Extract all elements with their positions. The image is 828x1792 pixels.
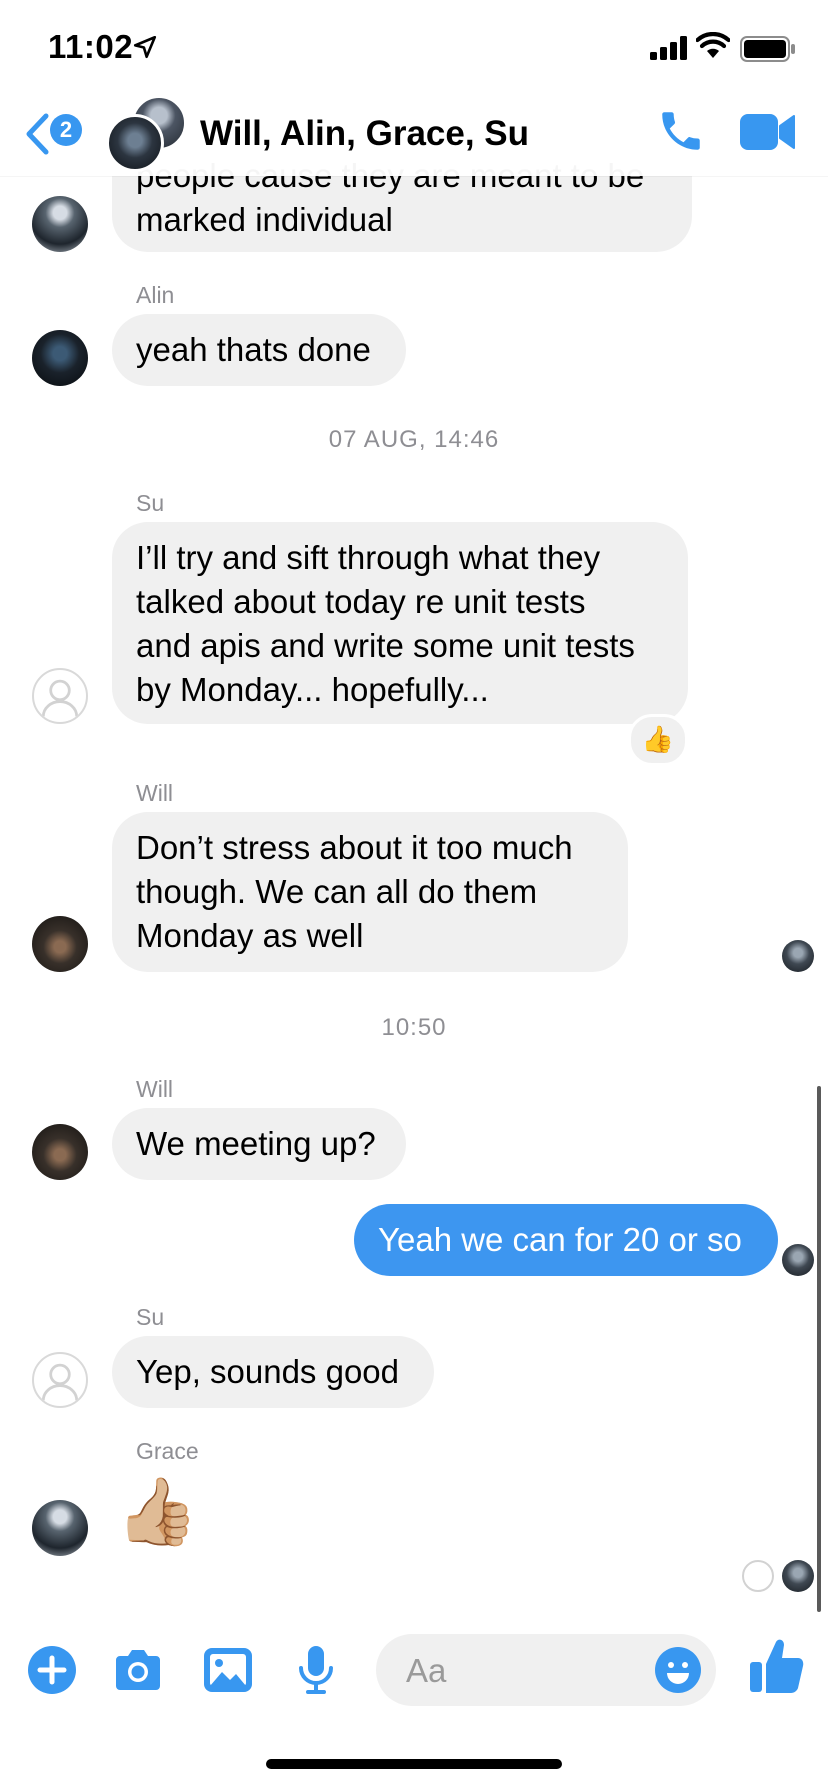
avatar-grace[interactable] — [32, 196, 88, 252]
scrollbar[interactable] — [817, 1086, 821, 1612]
avatar-su[interactable] — [32, 668, 88, 724]
timestamp: 10:50 — [381, 1014, 447, 1041]
message-bubble[interactable]: I’ll try and sift through what they talk… — [112, 522, 688, 724]
timestamp: 07 AUG, 14:46 — [328, 426, 500, 453]
thumbs-up-reaction[interactable]: 👍 — [628, 714, 688, 766]
message-line: yeah thats done — [136, 331, 371, 368]
read-receipt-avatar — [782, 1560, 814, 1592]
read-receipt-avatar — [782, 940, 814, 972]
avatar-will[interactable] — [32, 916, 88, 972]
message-line: Yeah we can for 20 or so — [378, 1221, 742, 1258]
message-input-placeholder: Aa — [406, 1652, 447, 1689]
message-line: and apis and write some unit tests — [136, 627, 635, 664]
avatar-grace[interactable] — [32, 1500, 88, 1556]
composer-bar: Aa — [0, 1620, 828, 1730]
avatar-alin[interactable] — [32, 330, 88, 386]
avatar-su[interactable] — [32, 1352, 88, 1408]
sender-name: Alin — [136, 282, 175, 308]
sender-name: Su — [136, 490, 165, 516]
microphone-icon[interactable] — [290, 1644, 342, 1696]
back-button[interactable]: 2 — [24, 112, 88, 160]
message-line: Monday as well — [136, 917, 364, 954]
video-camera-icon[interactable] — [740, 112, 796, 152]
thumbs-up-emoji-message[interactable]: 👍🏼 — [116, 1476, 198, 1546]
sender-name: Grace — [136, 1438, 199, 1464]
sender-name: Will — [136, 780, 174, 806]
message-bubble[interactable]: We meeting up? — [112, 1108, 406, 1180]
default-avatar-icon — [41, 679, 79, 717]
back-chevron-icon — [26, 113, 49, 155]
avatar-will[interactable] — [32, 1124, 88, 1180]
phone-icon[interactable] — [656, 106, 706, 156]
read-receipt-avatar — [782, 1244, 814, 1276]
default-avatar-icon — [41, 1363, 79, 1401]
message-line: Yep, sounds good — [136, 1353, 400, 1390]
avatar — [106, 114, 164, 172]
message-line: Don’t stress about it too much — [136, 829, 573, 866]
read-receipt-avatar — [742, 1560, 774, 1592]
group-avatar[interactable] — [106, 96, 186, 172]
thumbs-up-icon[interactable] — [748, 1636, 804, 1696]
message-line: talked about today re unit tests — [136, 583, 586, 620]
message-line: marked individual — [136, 201, 393, 238]
message-thread[interactable]: people cause they are meant to be marked… — [0, 0, 828, 1792]
message-bubble[interactable]: Don’t stress about it too much though. W… — [112, 812, 628, 972]
camera-icon[interactable] — [112, 1644, 164, 1696]
message-line: I’ll try and sift through what they — [136, 539, 601, 576]
sender-name: Su — [136, 1304, 165, 1330]
emoji-icon[interactable] — [654, 1646, 702, 1694]
home-indicator — [266, 1759, 562, 1769]
unread-badge: 2 — [50, 114, 82, 146]
message-bubble[interactable]: yeah thats done — [112, 314, 406, 386]
message-input[interactable]: Aa — [376, 1634, 716, 1706]
message-line: by Monday... hopefully... — [136, 671, 489, 708]
photo-gallery-icon[interactable] — [202, 1644, 254, 1696]
sender-name: Will — [136, 1076, 174, 1102]
message-line: We meeting up? — [136, 1125, 376, 1162]
plus-icon[interactable] — [26, 1644, 78, 1696]
message-bubble[interactable]: Yep, sounds good — [112, 1336, 434, 1408]
message-line: though. We can all do them — [136, 873, 538, 910]
chat-title[interactable]: Will, Alin, Grace, Su — [200, 114, 529, 154]
chat-header: 2 Will, Alin, Grace, Su — [0, 96, 828, 176]
my-message-bubble[interactable]: Yeah we can for 20 or so — [354, 1204, 778, 1276]
